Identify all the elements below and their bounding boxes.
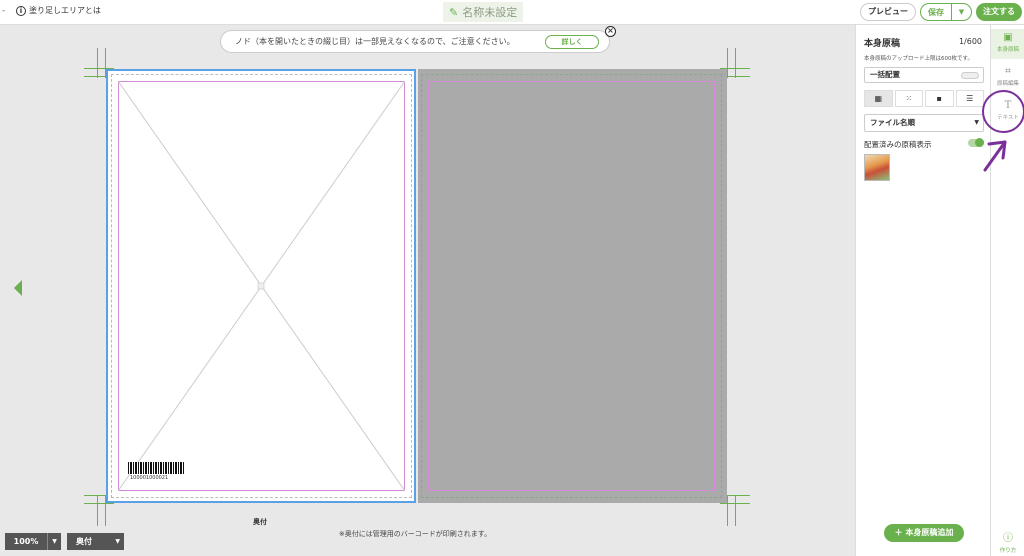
sort-select[interactable]: ファイル名順 ▼ bbox=[864, 114, 984, 132]
gutter-notice: ノド（本を開いたときの綴じ目）は一部見えなくなるので、ご注意ください。 詳しく bbox=[220, 30, 610, 53]
chevron-down-icon[interactable]: ▼ bbox=[47, 533, 61, 550]
save-dropdown-icon[interactable]: ▼ bbox=[951, 4, 971, 20]
info-icon: i bbox=[16, 5, 26, 16]
view-grid-icon[interactable]: ⁙ bbox=[894, 90, 923, 107]
annotation-arrow-icon bbox=[983, 140, 1007, 172]
document-title[interactable]: ✎ 名称未設定 bbox=[443, 2, 524, 22]
preview-button[interactable]: プレビュー bbox=[860, 3, 916, 21]
save-button[interactable]: 保存 ▼ bbox=[920, 3, 972, 21]
rail-item-label: 作り方 bbox=[999, 548, 1017, 554]
panel-subtitle: 本身原稿のアップロード上限は600枚です。 bbox=[864, 56, 973, 62]
crop-icon: ⌗ bbox=[1005, 66, 1011, 77]
right-trim-guide bbox=[428, 81, 715, 491]
zoom-value: 100% bbox=[13, 537, 39, 546]
page-label: 奥付 bbox=[253, 518, 267, 526]
view-mode-group: ▦ ⁙ ▪ ☰ bbox=[864, 90, 984, 107]
view-tiles-icon[interactable]: ▪ bbox=[925, 90, 954, 107]
barcode-number: 100001000021 bbox=[130, 475, 169, 481]
pencil-icon: ✎ bbox=[449, 5, 459, 19]
close-icon[interactable]: × bbox=[605, 26, 616, 37]
toggle-switch[interactable] bbox=[961, 72, 979, 79]
order-button[interactable]: 注文する bbox=[976, 3, 1022, 21]
gutter-notice-text: ノド（本を開いたときの綴じ目）は一部見えなくなるので、ご注意ください。 bbox=[235, 37, 515, 46]
rail-item-label: 原稿編集 bbox=[996, 81, 1019, 87]
manuscript-panel: 本身原稿 1/600 本身原稿のアップロード上限は600枚です。 一括配置 ▦ … bbox=[855, 25, 990, 556]
rail-item-howto[interactable]: ⓘ 作り方 bbox=[991, 527, 1024, 555]
back-dash[interactable]: - bbox=[2, 6, 5, 16]
page-select-value: 奥付 bbox=[76, 537, 92, 546]
placed-label: 配置済みの原稿表示 bbox=[864, 140, 932, 149]
zoom-select[interactable]: 100% ▼ bbox=[5, 533, 61, 550]
page-select[interactable]: 奥付 ▼ bbox=[67, 533, 124, 550]
placeholder-center-icon bbox=[257, 282, 265, 290]
chevron-down-icon: ▼ bbox=[974, 119, 979, 126]
rail-item-edit[interactable]: ⌗ 原稿編集 bbox=[991, 63, 1024, 93]
annotation-circle bbox=[982, 90, 1024, 133]
bulk-place-toggle[interactable]: 一括配置 bbox=[864, 67, 984, 83]
bulk-place-label: 一括配置 bbox=[870, 70, 900, 79]
rail-item-label: 本身原稿 bbox=[996, 47, 1019, 53]
barcode bbox=[128, 462, 184, 474]
rail-item-manuscript[interactable]: ▣ 本身原稿 bbox=[991, 29, 1024, 59]
add-manuscript-button[interactable]: ＋ 本身原稿追加 bbox=[884, 524, 964, 542]
document-title-text: 名称未設定 bbox=[462, 6, 518, 19]
manuscript-thumbnail[interactable] bbox=[864, 154, 890, 181]
barcode-note: ※奥付には管理用のバーコードが印刷されます。 bbox=[338, 530, 492, 538]
bleed-info-label: 塗り足しエリアとは bbox=[29, 6, 101, 15]
panel-title: 本身原稿 bbox=[864, 39, 901, 49]
top-bar: - i 塗り足しエリアとは ✎ 名称未設定 プレビュー 保存 ▼ 注文する bbox=[0, 0, 1024, 25]
detail-button[interactable]: 詳しく bbox=[545, 35, 599, 49]
image-icon: ▣ bbox=[1003, 32, 1013, 43]
view-list-icon[interactable]: ☰ bbox=[955, 90, 984, 107]
help-icon: ⓘ bbox=[1003, 533, 1013, 544]
prev-page-arrow-icon[interactable] bbox=[14, 280, 22, 296]
sort-select-value: ファイル名順 bbox=[870, 118, 915, 127]
image-placeholder[interactable] bbox=[118, 81, 405, 491]
chevron-down-icon: ▼ bbox=[115, 538, 120, 545]
bleed-info-link[interactable]: i 塗り足しエリアとは bbox=[16, 5, 101, 16]
panel-count: 1/600 bbox=[958, 37, 982, 46]
view-large-icon[interactable]: ▦ bbox=[864, 90, 893, 107]
save-button-label[interactable]: 保存 bbox=[921, 7, 951, 18]
